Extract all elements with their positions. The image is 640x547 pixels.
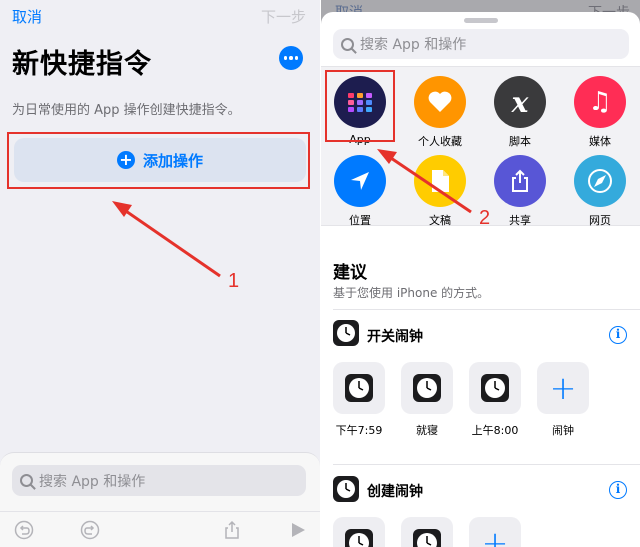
action-search-panel: 搜索 App 和操作	[0, 452, 320, 547]
toolbar	[0, 511, 320, 547]
undo-icon[interactable]	[14, 520, 34, 540]
redo-icon[interactable]	[80, 520, 100, 540]
search-placeholder: 搜索 App 和操作	[39, 473, 146, 490]
annotation-arrow-2	[377, 149, 472, 214]
search-input[interactable]: 搜索 App 和操作	[12, 465, 306, 496]
share-icon[interactable]	[222, 520, 242, 540]
search-icon	[20, 474, 33, 487]
annotation-label-1: 1	[228, 270, 240, 292]
right-screen: 取消 下一步 搜索 App 和操作 App	[321, 0, 640, 547]
annotation-label-2: 2	[479, 207, 491, 229]
play-icon[interactable]	[288, 520, 308, 540]
left-screen: 取消 下一步 新快捷指令 为日常使用的 App 操作创建快捷指令。 + 添加操作…	[0, 0, 320, 547]
